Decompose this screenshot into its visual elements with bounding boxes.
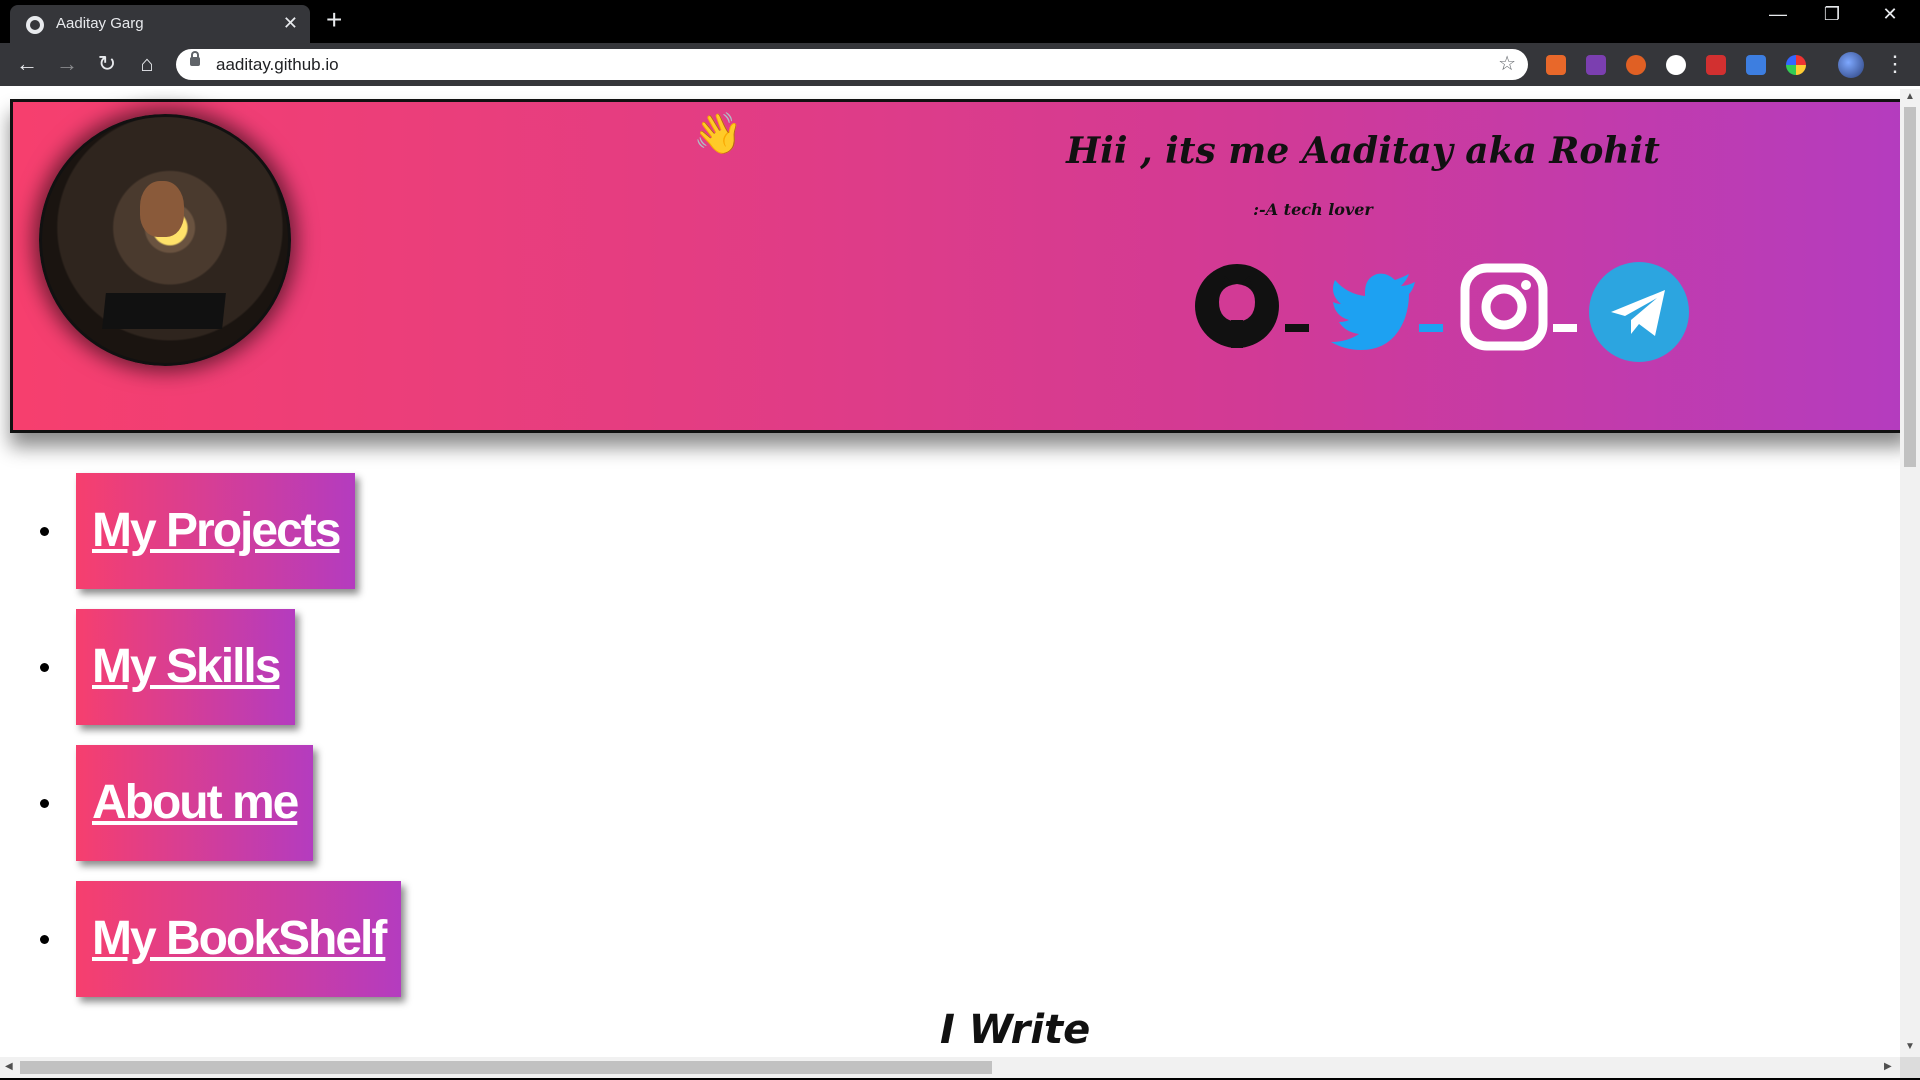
github-link[interactable] — [1193, 262, 1293, 362]
globe-icon — [26, 16, 44, 34]
restore-button[interactable]: ❐ — [1812, 4, 1852, 25]
section-heading: I Write — [940, 1007, 1091, 1053]
profile-header: 👋 Hii , its me Aaditay aka Rohit :-A tec… — [10, 99, 1900, 433]
instagram-icon — [1460, 263, 1548, 351]
scroll-left-arrow-icon[interactable]: ◀ — [5, 1061, 13, 1072]
telegram-icon — [1589, 262, 1689, 362]
scrollbar-corner — [1900, 1057, 1920, 1078]
tagline: :-A tech lover — [1253, 200, 1373, 219]
profile-avatar[interactable] — [1838, 52, 1864, 78]
menu-icon[interactable]: ⋮ — [1884, 51, 1906, 77]
forward-button[interactable]: → — [52, 51, 82, 77]
my-skills-link[interactable]: My Skills — [76, 609, 296, 725]
extension-icon[interactable] — [1786, 55, 1806, 75]
horizontal-scrollbar[interactable]: ◀ ▶ — [0, 1057, 1900, 1078]
vertical-scrollbar[interactable]: ▲ ▼ — [1900, 89, 1920, 1057]
address-bar[interactable]: aaditay.github.io ☆ — [176, 49, 1528, 80]
list-bullet — [40, 799, 49, 808]
twitter-link[interactable] — [1327, 262, 1427, 362]
browser-titlebar: Aaditay Garg ✕ + — ❐ ✕ — [0, 0, 1920, 43]
scroll-down-arrow-icon[interactable]: ▼ — [1905, 1041, 1915, 1052]
vertical-scroll-thumb[interactable] — [1904, 107, 1916, 467]
list-bullet — [40, 935, 49, 944]
url-text[interactable]: aaditay.github.io — [216, 55, 339, 75]
extension-icon[interactable] — [1546, 55, 1566, 75]
back-button[interactable]: ← — [12, 51, 42, 77]
scroll-up-arrow-icon[interactable]: ▲ — [1905, 91, 1915, 102]
list-bullet — [40, 663, 49, 672]
horizontal-scroll-thumb[interactable] — [20, 1061, 992, 1074]
my-projects-link[interactable]: My Projects — [76, 473, 356, 589]
greeting-heading: Hii , its me Aaditay aka Rohit — [1066, 130, 1660, 172]
github-underline — [1285, 324, 1309, 332]
about-me-link[interactable]: About me — [76, 745, 314, 861]
lock-icon[interactable] — [190, 51, 200, 66]
profile-photo — [39, 114, 291, 366]
list-bullet — [40, 527, 49, 536]
bookmark-star-icon[interactable]: ☆ — [1498, 51, 1516, 76]
extension-icon[interactable] — [1666, 55, 1686, 75]
new-tab-button[interactable]: + — [326, 6, 342, 34]
page-viewport: 👋 Hii , its me Aaditay aka Rohit :-A tec… — [0, 89, 1900, 1057]
waving-hand-icon: 👋 — [693, 112, 743, 156]
tab-title: Aaditay Garg — [56, 15, 144, 32]
extension-icon[interactable] — [1586, 55, 1606, 75]
browser-tab[interactable]: Aaditay Garg ✕ — [10, 5, 310, 43]
translate-icon[interactable] — [1746, 55, 1766, 75]
my-bookshelf-link[interactable]: My BookShelf — [76, 881, 402, 997]
instagram-underline — [1553, 324, 1577, 332]
telegram-link[interactable] — [1589, 262, 1689, 362]
extension-icon[interactable] — [1626, 55, 1646, 75]
close-window-button[interactable]: ✕ — [1870, 4, 1910, 25]
github-icon — [1195, 264, 1279, 348]
extension-icon[interactable] — [1706, 55, 1726, 75]
minimize-button[interactable]: — — [1758, 4, 1798, 25]
scroll-right-arrow-icon[interactable]: ▶ — [1884, 1061, 1892, 1072]
home-button[interactable]: ⌂ — [132, 51, 162, 77]
tab-close-icon[interactable]: ✕ — [283, 13, 298, 34]
instagram-link[interactable] — [1459, 262, 1559, 362]
twitter-icon — [1331, 273, 1415, 350]
browser-toolbar: ← → ↻ ⌂ aaditay.github.io ☆ ⋮ — [0, 43, 1920, 86]
reload-button[interactable]: ↻ — [92, 51, 122, 77]
twitter-underline — [1419, 324, 1443, 332]
